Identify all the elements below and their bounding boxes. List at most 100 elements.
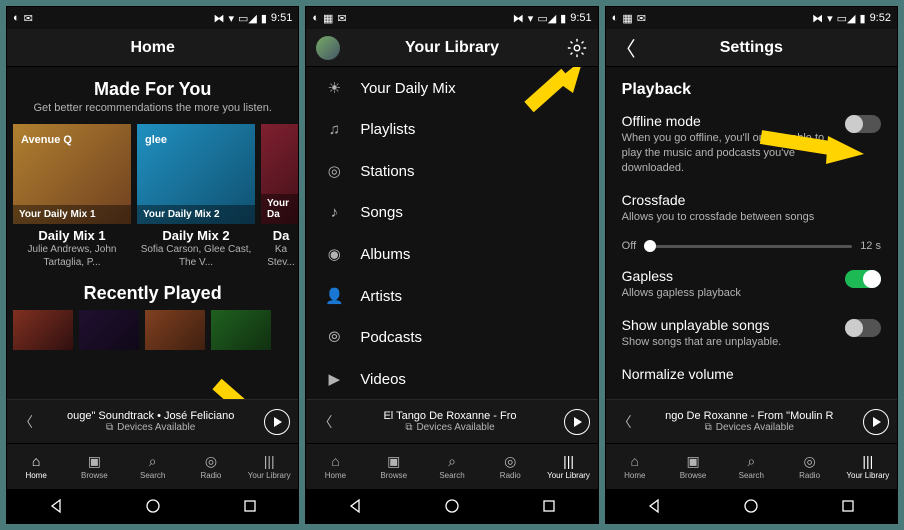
now-playing-track: ouge" Soundtrack • José Feliciano (37, 410, 264, 422)
library-item-videos[interactable]: ▶Videos (306, 358, 597, 399)
daily-mix-tile[interactable]: Avenue Q Your Daily Mix 1 Daily Mix 1 Ju… (13, 124, 131, 269)
play-button[interactable] (564, 409, 590, 435)
now-playing-bar[interactable]: 〈 ouge" Soundtrack • José Feliciano ⧉Dev… (7, 399, 298, 443)
app-icon: ◐ (13, 12, 20, 24)
library-item-stations[interactable]: ◎Stations (306, 150, 597, 192)
art-brand: Avenue Q (21, 134, 72, 146)
nav-search[interactable]: ⌕Search (124, 444, 182, 489)
album-art[interactable] (79, 310, 139, 350)
library-item-label: Videos (360, 371, 406, 388)
play-icon (873, 417, 881, 427)
nav-library[interactable]: |||Your Library (240, 444, 298, 489)
devices-available: ⧉Devices Available (636, 422, 863, 433)
recent-row[interactable] (7, 304, 298, 356)
setting-crossfade: Crossfade Allows you to crossfade betwee… (622, 192, 881, 225)
home-icon: ⌂ (631, 453, 639, 469)
battery-icon: ▮ (860, 12, 866, 25)
gapless-toggle[interactable] (845, 270, 881, 288)
avatar[interactable] (316, 36, 340, 60)
browse-icon: ▣ (88, 453, 101, 469)
nav-library[interactable]: |||Your Library (539, 444, 597, 489)
section-title: Made For You (7, 79, 298, 100)
now-playing-bar[interactable]: 〈 El Tango De Roxanne - Fro ⧉Devices Ava… (306, 399, 597, 443)
tile-meta: Julie Andrews, John Tartaglia, P... (13, 243, 131, 269)
nav-search[interactable]: ⌕Search (423, 444, 481, 489)
nav-home[interactable]: ⌂Home (606, 444, 664, 489)
unplayable-toggle[interactable] (845, 319, 881, 337)
home-icon[interactable] (743, 498, 759, 514)
nav-radio[interactable]: ◎Radio (481, 444, 539, 489)
settings-content: Playback Offline mode When you go offlin… (606, 67, 897, 399)
album-art[interactable] (13, 310, 73, 350)
devices-available: ⧉Devices Available (336, 422, 563, 433)
nav-home[interactable]: ⌂Home (306, 444, 364, 489)
nav-library[interactable]: |||Your Library (839, 444, 897, 489)
android-nav (306, 489, 597, 523)
battery-icon: ▮ (261, 12, 267, 25)
nav-home[interactable]: ⌂Home (7, 444, 65, 489)
android-nav (606, 489, 897, 523)
setting-gapless: Gapless Allows gapless playback (622, 268, 881, 301)
slider-min: Off (622, 240, 636, 252)
tile-meta: Sofia Carson, Glee Cast, The V... (137, 243, 255, 269)
home-icon[interactable] (145, 498, 161, 514)
devices-icon: ⧉ (405, 422, 412, 433)
back-icon[interactable] (646, 498, 662, 514)
library-icon: ||| (264, 453, 275, 469)
back-icon[interactable] (48, 498, 64, 514)
page-title: Your Library (405, 39, 499, 57)
library-item-albums[interactable]: ◉Albums (306, 233, 597, 275)
setting-title: Show unplayable songs (622, 317, 825, 333)
now-playing-bar[interactable]: 〈 ngo De Roxanne - From "Moulin R ⧉Devic… (606, 399, 897, 443)
back-icon[interactable]: 〈 (616, 33, 636, 62)
home-icon[interactable] (444, 498, 460, 514)
recents-icon[interactable] (242, 498, 258, 514)
chevron-left-icon[interactable]: 〈 (314, 412, 336, 432)
home-icon: ⌂ (331, 453, 339, 469)
back-icon[interactable] (347, 498, 363, 514)
setting-title: Crossfade (622, 192, 881, 208)
recents-icon[interactable] (541, 498, 557, 514)
library-item-podcasts[interactable]: ⦾Podcasts (306, 317, 597, 358)
gear-icon[interactable] (566, 37, 588, 59)
wifi-icon: ▾ (827, 12, 833, 25)
page-title: Home (130, 39, 174, 57)
library-item-artists[interactable]: 👤Artists (306, 275, 597, 317)
recents-icon[interactable] (840, 498, 856, 514)
offline-toggle[interactable] (845, 115, 881, 133)
nav-radio[interactable]: ◎Radio (182, 444, 240, 489)
nav-browse[interactable]: ▣Browse (365, 444, 423, 489)
daily-mix-tile[interactable]: glee Your Daily Mix 2 Daily Mix 2 Sofia … (137, 124, 255, 269)
album-art[interactable] (211, 310, 271, 350)
library-item-playlists[interactable]: ♫Playlists (306, 109, 597, 150)
crossfade-slider[interactable] (644, 245, 852, 248)
art-band: Your Daily Mix 2 (137, 205, 255, 224)
album-art: glee Your Daily Mix 2 (137, 124, 255, 224)
chevron-left-icon[interactable]: 〈 (15, 412, 37, 432)
daily-mix-tile[interactable]: Your Da Da Ka Stev... (261, 124, 298, 269)
tile-meta: Ka Stev... (261, 243, 298, 269)
nav-radio[interactable]: ◎Radio (780, 444, 838, 489)
nav-browse[interactable]: ▣Browse (664, 444, 722, 489)
slider-thumb[interactable] (644, 240, 656, 252)
daily-mix-row[interactable]: Avenue Q Your Daily Mix 1 Daily Mix 1 Ju… (7, 124, 298, 269)
chevron-left-icon[interactable]: 〈 (614, 412, 636, 432)
setting-desc: Show songs that are unplayable. (622, 335, 825, 350)
play-button[interactable] (863, 409, 889, 435)
tile-title: Da (261, 228, 298, 243)
library-item-label: Songs (360, 204, 403, 221)
album-art[interactable] (145, 310, 205, 350)
play-button[interactable] (264, 409, 290, 435)
browse-icon: ▣ (387, 453, 400, 469)
nav-search[interactable]: ⌕Search (722, 444, 780, 489)
library-item-label: Your Daily Mix (360, 80, 455, 97)
library-item-label: Albums (360, 246, 410, 263)
clock: 9:52 (870, 12, 891, 24)
clock: 9:51 (271, 12, 292, 24)
crossfade-slider-row: Off 12 s (622, 240, 881, 252)
library-item-songs[interactable]: ♪Songs (306, 192, 597, 233)
app-icon: ◐ (312, 12, 319, 24)
bluetooth-icon: ⧓ (213, 12, 224, 25)
nav-browse[interactable]: ▣Browse (65, 444, 123, 489)
library-item-daily-mix[interactable]: ☀Your Daily Mix (306, 67, 597, 109)
